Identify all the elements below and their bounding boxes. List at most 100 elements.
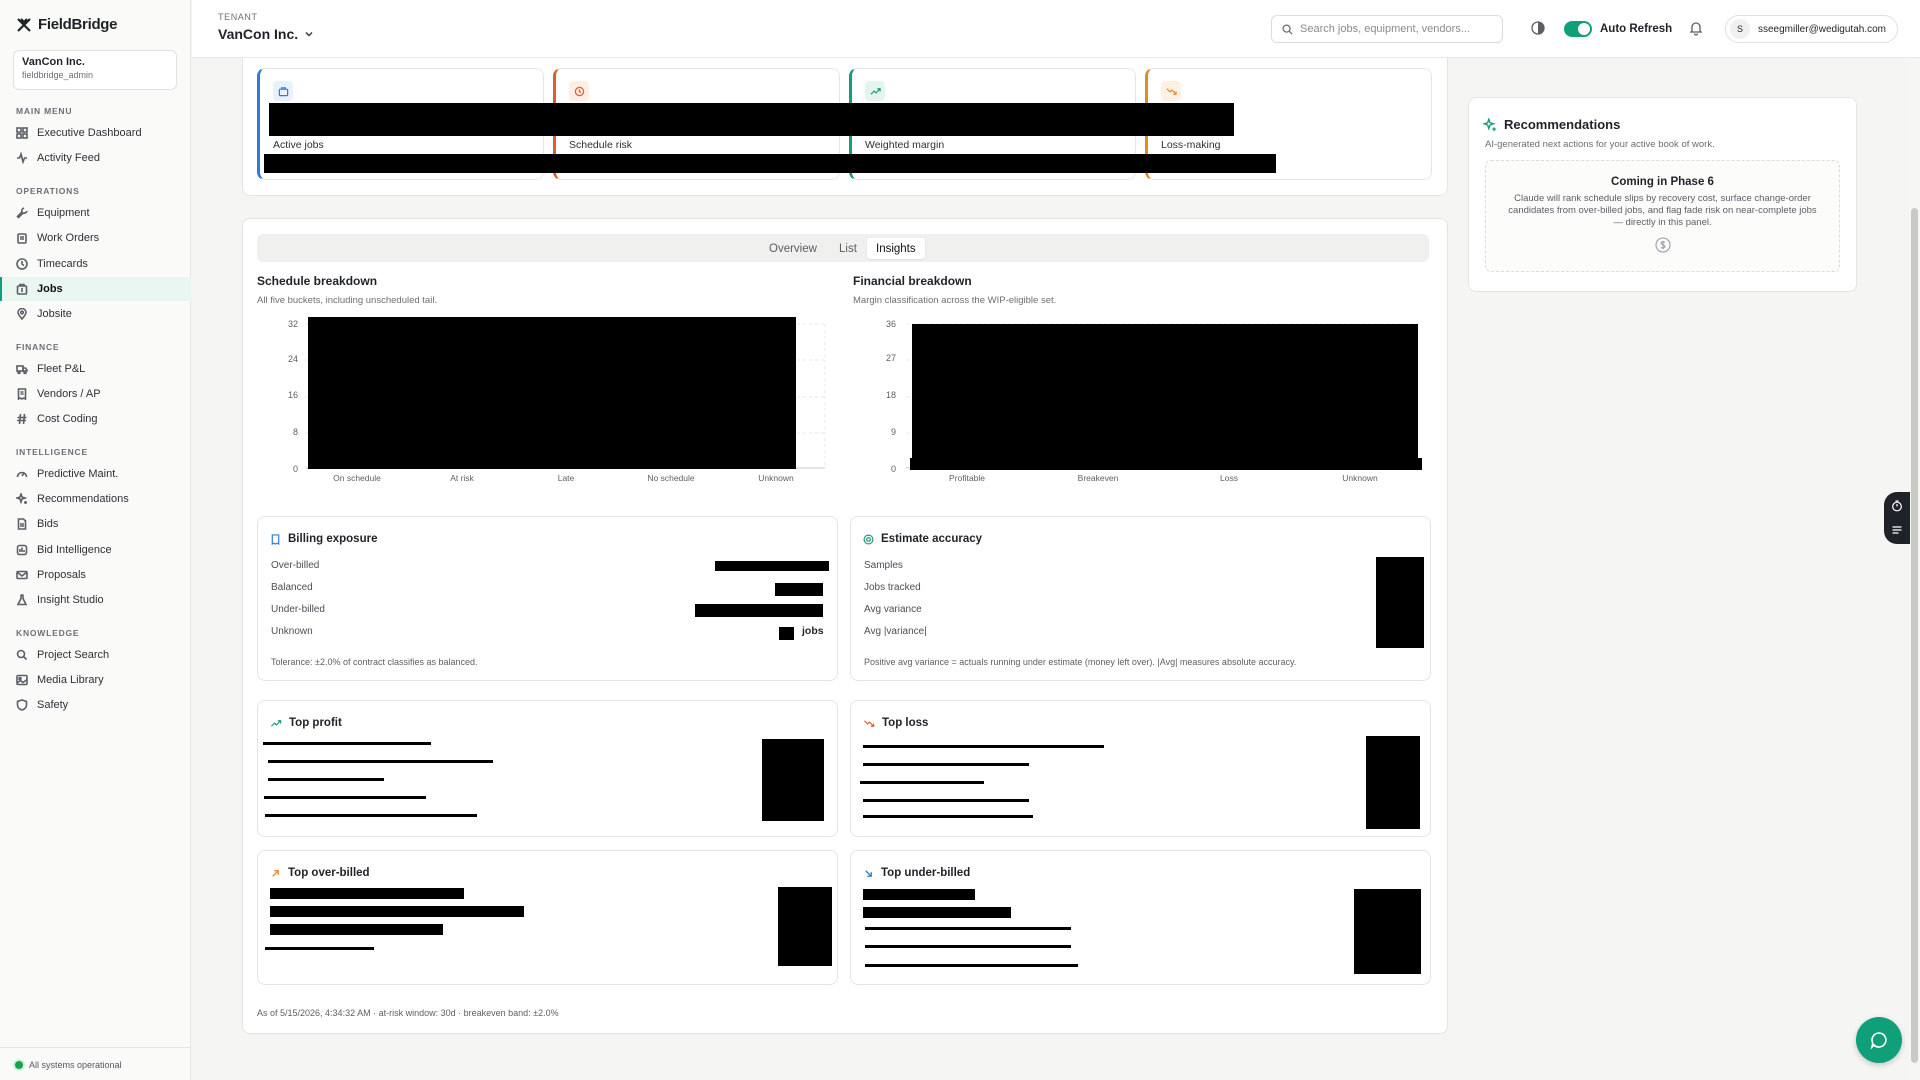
y-tick: 8 — [292, 427, 298, 437]
top-under-billed-title-text: Top under-billed — [881, 867, 971, 879]
nav-section-knowledge: KNOWLEDGE — [16, 628, 80, 638]
app-logo[interactable]: FieldBridge — [16, 16, 118, 33]
search-icon — [1282, 23, 1293, 35]
sidebar-item-label: Bid Intelligence — [37, 544, 112, 556]
redaction-block — [863, 815, 1033, 818]
search-input[interactable]: Search jobs, equipment, vendors... — [1300, 23, 1470, 35]
sidebar-item-recommendations[interactable]: Recommendations — [0, 487, 191, 511]
sidebar-item-cost-coding[interactable]: Cost Coding — [0, 407, 191, 431]
user-email: sseegmiller@wedigutah.com — [1758, 23, 1886, 35]
trending-down-icon — [1161, 81, 1181, 101]
x-tick: On schedule — [333, 473, 381, 483]
billing-unknown-suffix: jobs — [802, 625, 824, 637]
logo-icon — [17, 17, 31, 32]
timer-icon[interactable] — [1891, 500, 1903, 512]
redaction-block — [863, 907, 1011, 918]
shield-icon — [16, 699, 28, 711]
mail-icon — [16, 570, 28, 580]
top-under-billed-title: Top under-billed — [863, 867, 970, 879]
trending-down-icon — [863, 719, 875, 727]
sidebar-item-label: Executive Dashboard — [37, 127, 142, 139]
x-tick: Loss — [1220, 473, 1238, 483]
sidebar-item-bids[interactable]: Bids — [0, 512, 191, 536]
sidebar-item-safety[interactable]: Safety — [0, 693, 191, 717]
sidebar-item-insight-studio[interactable]: Insight Studio — [0, 588, 191, 612]
sidebar-item-fleet-pl[interactable]: Fleet P&L — [0, 357, 191, 381]
top-loss-title-text: Top loss — [882, 717, 929, 729]
sidebar-item-label: Bids — [37, 518, 59, 530]
tab-overview[interactable]: Overview — [760, 238, 826, 259]
sidebar-item-predictive-maint[interactable]: Predictive Maint. — [0, 462, 191, 486]
sidebar-item-label: Cost Coding — [37, 413, 98, 425]
global-search[interactable]: Search jobs, equipment, vendors... — [1271, 15, 1503, 43]
app-name: FieldBridge — [38, 16, 118, 33]
flask-icon — [16, 594, 28, 606]
side-widget[interactable] — [1884, 492, 1910, 544]
sidebar-item-label: Insight Studio — [37, 594, 104, 606]
sidebar-item-equipment[interactable]: Equipment — [0, 201, 191, 225]
recommendations-title: Recommendations — [1483, 117, 1620, 132]
clipboard-icon — [17, 233, 27, 244]
sparkles-icon — [16, 493, 28, 505]
sidebar-item-label: Equipment — [37, 207, 90, 219]
sidebar-item-work-orders[interactable]: Work Orders — [0, 226, 191, 250]
sidebar-item-vendors-ap[interactable]: Vendors / AP — [0, 382, 191, 406]
tab-insights[interactable]: Insights — [867, 238, 925, 259]
sidebar-item-proposals[interactable]: Proposals — [0, 563, 191, 587]
sidebar-item-label: Proposals — [37, 569, 86, 581]
redaction-block — [865, 945, 1071, 948]
chat-button[interactable] — [1856, 1017, 1902, 1063]
sidebar-item-label: Timecards — [37, 258, 88, 270]
user-menu[interactable]: S sseegmiller@wedigutah.com — [1725, 15, 1898, 43]
billing-row-label: Over-billed — [271, 560, 320, 571]
sidebar-item-activity-feed[interactable]: Activity Feed — [0, 146, 191, 170]
list-icon[interactable] — [1891, 524, 1903, 536]
tenant-card-name: VanCon Inc. — [22, 56, 85, 68]
estimate-row-label: Jobs tracked — [864, 582, 921, 593]
coming-soon-text: Claude will rank schedule slips by recov… — [1508, 193, 1817, 228]
sidebar-item-timecards[interactable]: Timecards — [0, 252, 191, 276]
redaction-block — [264, 154, 1276, 173]
redaction-block — [860, 781, 984, 784]
tenant-card[interactable]: VanCon Inc. fieldbridge_admin — [13, 50, 177, 90]
tab-list[interactable]: List — [830, 238, 866, 259]
top-over-billed-title-text: Top over-billed — [288, 867, 370, 879]
as-of-footer: As of 5/15/2026, 4:34:32 AM · at-risk wi… — [257, 1008, 559, 1018]
redaction-block — [268, 778, 384, 781]
billing-note: Tolerance: ±2.0% of contract classifies … — [271, 657, 478, 667]
recommendations-panel: Recommendations AI-generated next action… — [1468, 97, 1857, 292]
theme-toggle-icon[interactable] — [1530, 20, 1546, 36]
sidebar-item-jobs[interactable]: Jobs — [0, 277, 191, 301]
sidebar-item-project-search[interactable]: Project Search — [0, 643, 191, 667]
sidebar-item-bid-intelligence[interactable]: Bid Intelligence — [0, 538, 191, 562]
kpi-label: Active jobs — [273, 139, 324, 151]
tenant-selector[interactable]: VanCon Inc. — [218, 26, 314, 42]
truck-icon — [16, 365, 28, 375]
redaction-block — [715, 561, 829, 571]
redaction-block — [268, 760, 493, 763]
coming-soon-title: Coming in Phase 6 — [1611, 176, 1714, 188]
redaction-block — [778, 887, 832, 966]
y-tick: 16 — [287, 390, 298, 400]
scrollbar-thumb[interactable] — [1911, 208, 1918, 1063]
estimate-accuracy-card: Estimate accuracy Samples Jobs tracked A… — [850, 516, 1431, 681]
redaction-block — [775, 583, 823, 596]
sidebar-item-media-library[interactable]: Media Library — [0, 668, 191, 692]
top-over-billed-card: Top over-billed — [257, 850, 838, 985]
y-tick: 24 — [287, 354, 298, 364]
sidebar-item-jobsite[interactable]: Jobsite — [0, 302, 191, 326]
sparkles-icon — [1483, 117, 1496, 131]
redaction-block — [863, 889, 975, 900]
sidebar-item-label: Safety — [37, 699, 69, 711]
recommendations-subtitle: AI-generated next actions for your activ… — [1485, 139, 1715, 150]
building-icon — [16, 283, 28, 295]
auto-refresh-toggle[interactable] — [1564, 21, 1592, 37]
file-icon — [17, 518, 27, 530]
sidebar-item-executive-dashboard[interactable]: Executive Dashboard — [0, 121, 191, 145]
estimate-title: Estimate accuracy — [863, 533, 982, 545]
redaction-block — [1376, 557, 1424, 648]
redaction-block — [265, 947, 374, 950]
bell-icon[interactable] — [1688, 20, 1704, 36]
brain-icon — [16, 544, 28, 556]
arrow-down-right-icon — [865, 869, 872, 877]
